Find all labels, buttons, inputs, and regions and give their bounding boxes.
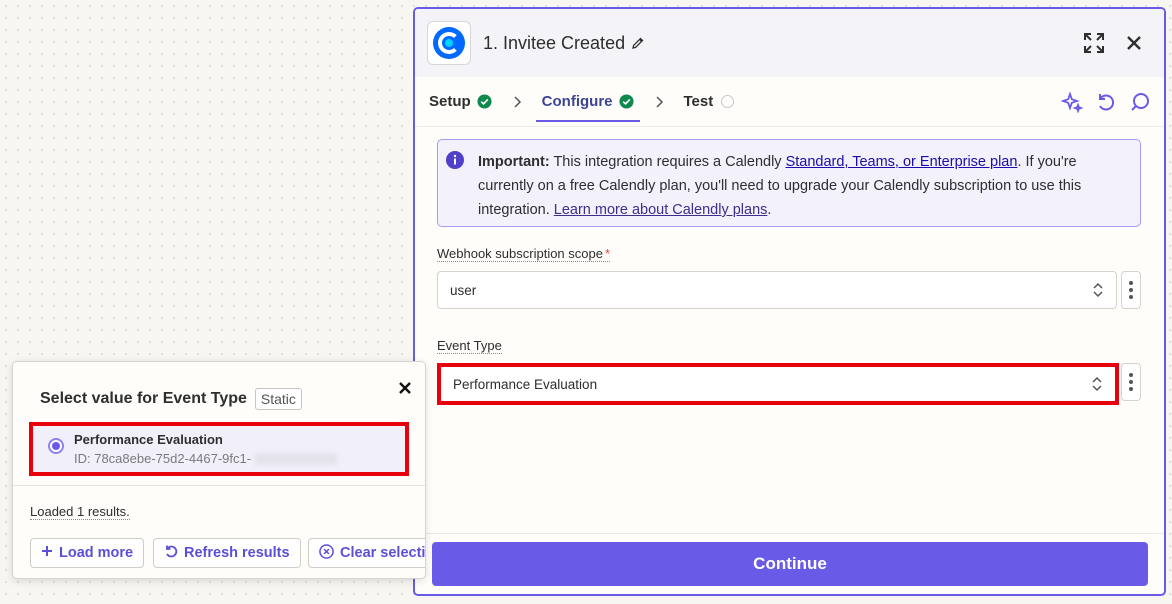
scope-more-icon[interactable] <box>1121 271 1141 309</box>
undo-icon[interactable] <box>1094 90 1118 114</box>
option-name: Performance Evaluation <box>74 432 223 447</box>
popover-divider <box>13 485 425 486</box>
chevron-right-icon <box>512 95 522 108</box>
event-type-select[interactable]: Performance Evaluation <box>437 363 1119 405</box>
panel-header: 1. Invitee Created <box>415 9 1164 77</box>
plus-icon <box>41 545 53 561</box>
comment-icon[interactable] <box>1128 90 1152 114</box>
chevron-updown-icon <box>1092 282 1104 298</box>
loaded-status: Loaded 1 results. <box>30 504 130 520</box>
clear-circle-icon <box>319 543 334 563</box>
event-type-popover: Select value for Event Type Static Perfo… <box>12 361 426 579</box>
static-badge[interactable]: Static <box>254 388 302 410</box>
sparkle-icon[interactable] <box>1060 90 1084 114</box>
popover-title: Select value for Event Type Static <box>40 388 302 410</box>
scope-label: Webhook subscription scope * <box>437 246 611 262</box>
radio-selected[interactable] <box>48 438 64 454</box>
chevron-right-icon <box>654 95 664 108</box>
load-more-button[interactable]: Load more <box>30 538 145 568</box>
expand-icon[interactable] <box>1078 27 1110 59</box>
option-item[interactable]: Performance Evaluation ID: 78ca8ebe-75d2… <box>29 422 409 476</box>
step-title[interactable]: 1. Invitee Created <box>483 33 625 54</box>
step-panel: 1. Invitee Created Setup Configure Test … <box>413 7 1166 596</box>
footer-divider <box>415 533 1164 534</box>
chevron-updown-icon <box>1091 376 1103 392</box>
check-circle-icon <box>477 94 492 109</box>
plan-notice: Important: This integration requires a C… <box>437 139 1141 227</box>
pending-circle-icon <box>721 95 735 108</box>
scope-select[interactable]: user <box>437 271 1117 309</box>
check-circle-icon <box>618 94 634 109</box>
clear-selection-button[interactable]: Clear selection <box>308 538 425 568</box>
redacted-text <box>255 452 338 465</box>
pencil-icon[interactable] <box>631 36 645 50</box>
tab-test[interactable]: Test <box>682 77 737 127</box>
event-type-more-icon[interactable] <box>1121 363 1141 401</box>
close-icon[interactable] <box>393 376 417 400</box>
refresh-icon <box>164 544 178 562</box>
tab-configure[interactable]: Configure <box>535 77 640 127</box>
tab-setup[interactable]: Setup <box>427 77 494 127</box>
step-tabs: Setup Configure Test <box>415 77 1164 127</box>
option-id: ID: 78ca8ebe-75d2-4467-9fc1- <box>74 451 338 466</box>
learn-more-link[interactable]: Learn more about Calendly plans <box>554 202 768 218</box>
info-icon <box>446 151 464 177</box>
calendly-logo-icon <box>427 21 471 65</box>
continue-button[interactable]: Continue <box>432 542 1148 586</box>
plan-link[interactable]: Standard, Teams, or Enterprise plan <box>786 154 1018 170</box>
event-type-label: Event Type <box>437 338 502 354</box>
refresh-results-button[interactable]: Refresh results <box>153 538 301 568</box>
tab-tools <box>1060 90 1152 114</box>
close-icon[interactable] <box>1118 27 1150 59</box>
